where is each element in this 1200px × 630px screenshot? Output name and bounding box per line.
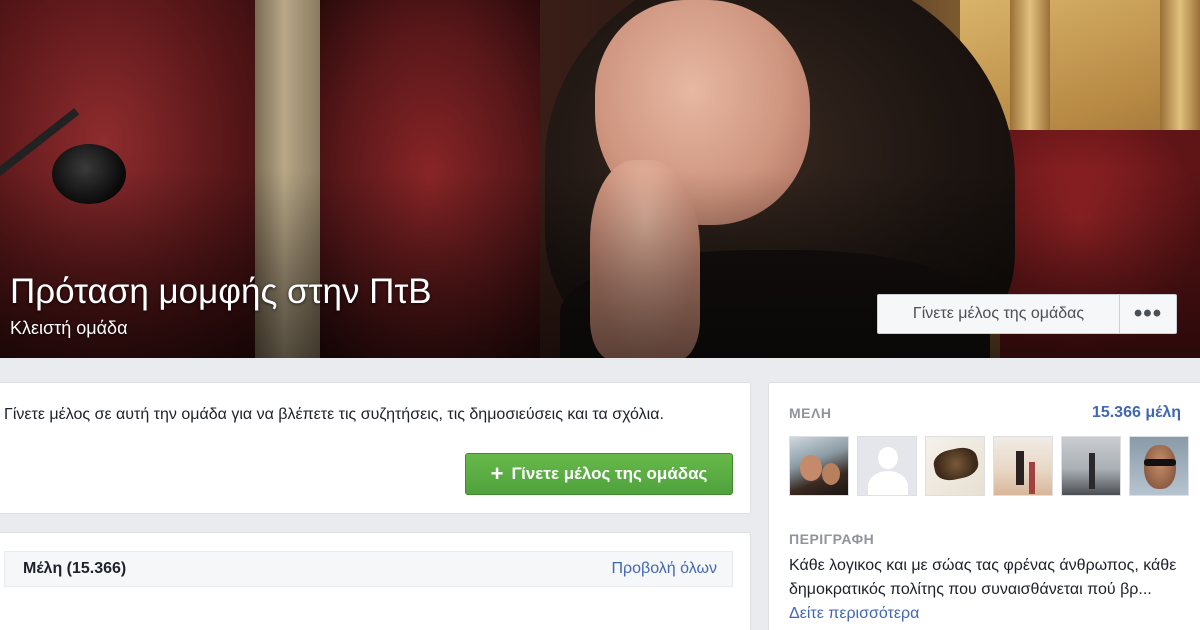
cover-actions: Γίνετε μέλος της ομάδας ••• xyxy=(877,294,1177,334)
members-card-title: Μέλη (15.366) xyxy=(23,560,127,577)
plus-icon: + xyxy=(490,461,504,486)
group-title[interactable]: Πρόταση μομφής στην ΠτΒ xyxy=(10,272,432,312)
join-prompt-card: Γίνετε μέλος σε αυτή την ομάδα για να βλ… xyxy=(0,382,751,514)
group-description: Κάθε λογικος και με σώας τας φρένας άνθρ… xyxy=(789,554,1184,626)
join-group-button[interactable]: Γίνετε μέλος της ομάδας xyxy=(878,295,1120,333)
group-privacy-label: Κλειστή ομάδα xyxy=(10,318,128,338)
members-card: Μέλη (15.366) Προβολή όλων xyxy=(0,532,751,630)
join-group-button-label: Γίνετε μέλος της ομάδας xyxy=(511,464,708,483)
join-group-primary-button[interactable]: + Γίνετε μέλος της ομάδας xyxy=(465,453,733,495)
members-count-link[interactable]: 15.366 μέλη xyxy=(1092,404,1181,422)
more-options-icon[interactable]: ••• xyxy=(1120,295,1176,333)
avatar[interactable] xyxy=(993,436,1053,496)
description-section-label: ΠΕΡΙΓΡΑΦΗ xyxy=(789,531,875,547)
avatar[interactable] xyxy=(1129,436,1189,496)
avatar[interactable] xyxy=(857,436,917,496)
member-avatars xyxy=(789,436,1189,496)
join-prompt-text: Γίνετε μέλος σε αυτή την ομάδα για να βλ… xyxy=(4,406,664,423)
members-section-label: ΜΕΛΗ xyxy=(789,405,832,421)
avatar[interactable] xyxy=(789,436,849,496)
members-card-header: Μέλη (15.366) Προβολή όλων xyxy=(4,551,733,587)
see-more-link[interactable]: Δείτε περισσότερα xyxy=(789,605,919,622)
avatar[interactable] xyxy=(925,436,985,496)
view-all-link[interactable]: Προβολή όλων xyxy=(611,560,717,578)
sidebar-card: ΜΕΛΗ 15.366 μέλη ΠΕΡΙΓΡΑΦΗ Κάθε λογικος … xyxy=(768,382,1200,630)
avatar[interactable] xyxy=(1061,436,1121,496)
description-text: Κάθε λογικος και με σώας τας φρένας άνθρ… xyxy=(789,557,1177,598)
